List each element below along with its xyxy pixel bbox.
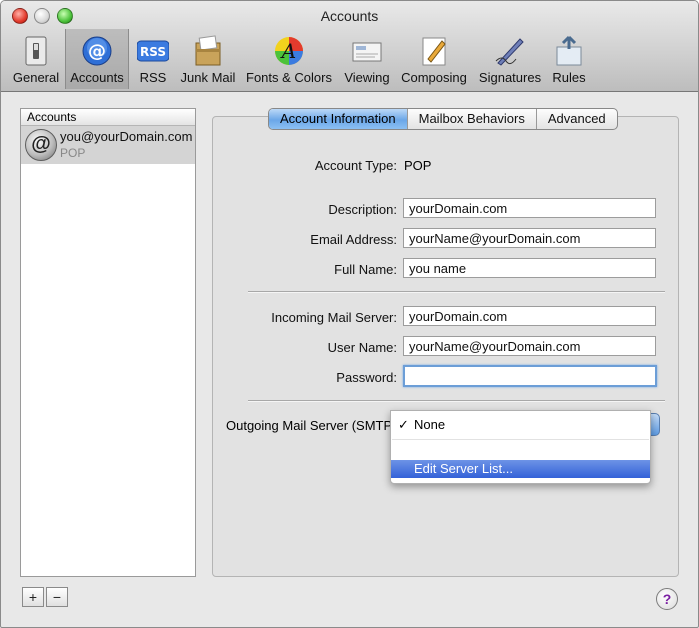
account-type: POP [60, 146, 86, 160]
account-type-value: POP [404, 158, 432, 173]
toolbar-signatures-label: Signatures [478, 70, 542, 85]
accounts-list[interactable]: Accounts @ you@yourDomain.com POP [20, 108, 196, 577]
full-name-label: Full Name: [334, 262, 397, 277]
composing-icon [422, 37, 446, 66]
fonts-colors-icon: A [275, 37, 303, 65]
help-button[interactable]: ? [656, 588, 678, 610]
toolbar-fonts-colors-label: Fonts & Colors [246, 70, 332, 85]
toolbar-junk-mail[interactable]: Junk Mail [178, 29, 238, 89]
switch-icon [25, 36, 47, 66]
toolbar-rss[interactable]: RSS RSS [131, 29, 175, 89]
separator [248, 400, 665, 402]
smtp-dropdown-menu: ✓ None Edit Server List... [390, 410, 651, 484]
toolbar-composing-label: Composing [401, 70, 467, 85]
toolbar-general[interactable]: General [9, 29, 63, 89]
toolbar-signatures[interactable]: Signatures [476, 29, 544, 89]
tab-bar: Account Information Mailbox Behaviors Ad… [268, 108, 618, 130]
menu-item-edit-server-list[interactable]: Edit Server List... [391, 460, 650, 478]
tab-advanced[interactable]: Advanced [537, 109, 617, 129]
rules-icon [556, 35, 582, 66]
toolbar-fonts-colors[interactable]: A Fonts & Colors [244, 29, 334, 89]
toolbar: Accounts General @ Accounts RSS RSS Junk… [1, 1, 698, 92]
account-type-label: Account Type: [314, 158, 397, 173]
toolbar-viewing-label: Viewing [344, 70, 390, 85]
tab-mailbox-behaviors[interactable]: Mailbox Behaviors [408, 109, 537, 129]
account-row[interactable]: @ you@yourDomain.com POP [21, 126, 195, 164]
preferences-window: Accounts General @ Accounts RSS RSS Junk… [0, 0, 699, 628]
account-name: you@yourDomain.com [60, 129, 193, 144]
user-name-field[interactable]: yourName@yourDomain.com [403, 336, 656, 356]
remove-account-button[interactable]: − [46, 587, 68, 607]
rss-icon: RSS [137, 40, 169, 62]
toolbar-accounts[interactable]: @ Accounts [65, 29, 129, 89]
toolbar-accounts-label: Accounts [70, 70, 124, 85]
incoming-server-field[interactable]: yourDomain.com [403, 306, 656, 326]
toolbar-viewing[interactable]: Viewing [341, 29, 393, 89]
toolbar-general-label: General [12, 70, 60, 85]
email-address-label: Email Address: [310, 232, 397, 247]
toolbar-junk-mail-label: Junk Mail [180, 70, 236, 85]
smtp-label: Outgoing Mail Server (SMTP): [226, 418, 401, 433]
menu-item-none-label: None [414, 417, 446, 432]
password-label: Password: [336, 370, 397, 385]
toolbar-rules-label: Rules [552, 70, 586, 85]
password-field[interactable] [403, 365, 657, 387]
at-sign-icon: @ [82, 36, 112, 66]
add-account-button[interactable]: + [22, 587, 44, 607]
account-at-icon: @ [25, 129, 57, 161]
incoming-server-label: Incoming Mail Server: [271, 310, 397, 325]
email-address-field[interactable]: yourName@yourDomain.com [403, 228, 656, 248]
svg-text:RSS: RSS [140, 45, 166, 59]
toolbar-rss-label: RSS [139, 70, 167, 85]
tab-account-information[interactable]: Account Information [269, 109, 408, 129]
signatures-icon [495, 38, 524, 66]
menu-item-edit-server-list-label: Edit Server List... [414, 461, 513, 476]
separator [248, 291, 665, 293]
svg-text:@: @ [88, 41, 106, 62]
checkmark-icon: ✓ [398, 417, 409, 432]
description-field[interactable]: yourDomain.com [403, 198, 656, 218]
junk-mail-icon [195, 35, 221, 66]
viewing-icon [352, 42, 382, 62]
svg-text:A: A [280, 39, 296, 63]
accounts-list-header: Accounts [21, 109, 195, 126]
window-title: Accounts [320, 8, 379, 24]
menu-item-none[interactable]: ✓ None [391, 416, 650, 434]
description-label: Description: [328, 202, 397, 217]
toolbar-rules[interactable]: Rules [549, 29, 589, 89]
menu-divider [392, 439, 649, 440]
user-name-label: User Name: [327, 340, 397, 355]
full-name-field[interactable]: you name [403, 258, 656, 278]
toolbar-composing[interactable]: Composing [398, 29, 470, 89]
